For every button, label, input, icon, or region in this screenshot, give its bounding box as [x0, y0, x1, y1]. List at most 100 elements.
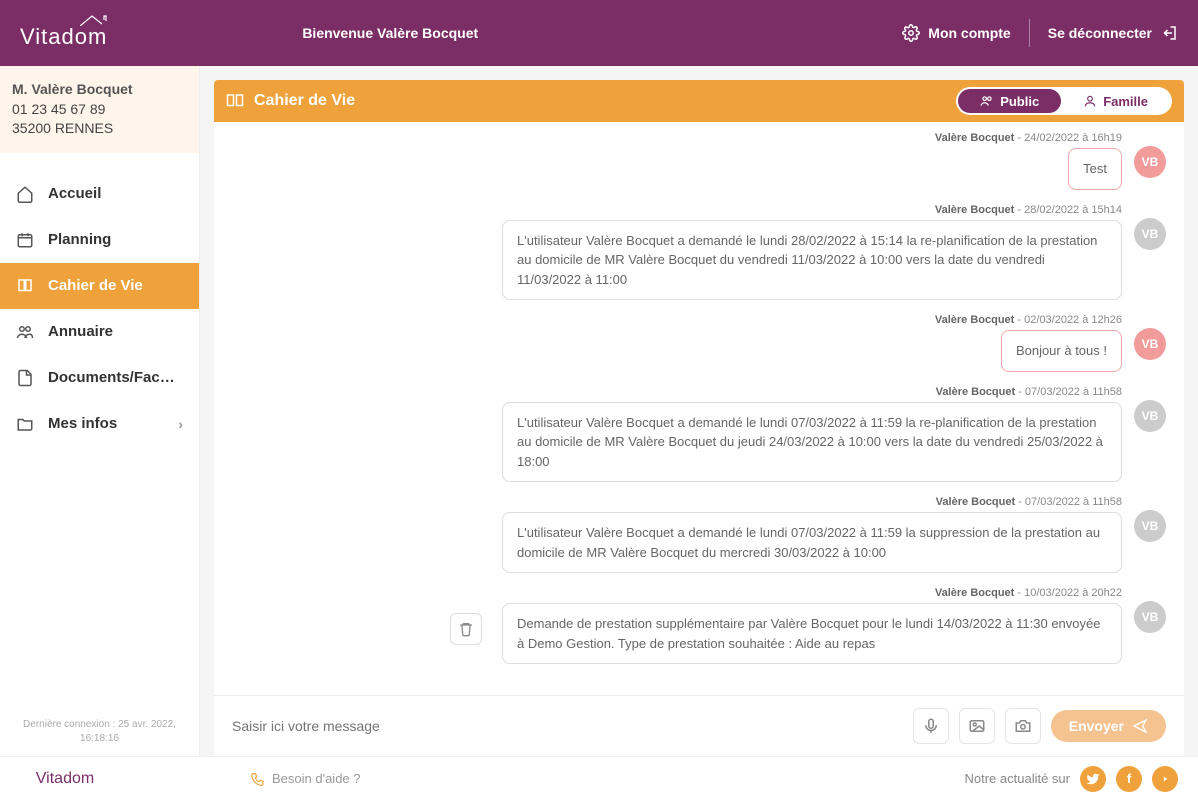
- message-content: Valère Bocquet - 28/02/2022 à 15h14 L'uti…: [502, 204, 1122, 301]
- visibility-toggle: Public Famille: [956, 87, 1172, 115]
- gear-icon: [902, 24, 920, 42]
- nav-documents[interactable]: Documents/Fac…: [0, 355, 199, 401]
- send-button[interactable]: Envoyer: [1051, 710, 1166, 742]
- message-row: Valère Bocquet - 24/02/2022 à 16h19 Test V…: [232, 132, 1166, 190]
- nav: Accueil Planning Cahier de Vie Annuaire …: [0, 153, 199, 708]
- app-header: Vitadom Bienvenue Valère Bocquet Mon com…: [0, 0, 1198, 66]
- message-row: Valère Bocquet - 28/02/2022 à 15h14 L'uti…: [232, 204, 1166, 301]
- welcome-text: Bienvenue Valère Bocquet: [302, 25, 478, 41]
- mic-button[interactable]: [913, 708, 949, 744]
- folder-icon: [16, 415, 34, 433]
- footer-logo: Vitadom: [20, 770, 110, 788]
- twitter-icon[interactable]: [1080, 766, 1106, 792]
- message-meta: Valère Bocquet - 28/02/2022 à 15h14: [935, 204, 1122, 216]
- message-content: Valère Bocquet - 10/03/2022 à 20h22 Deman…: [502, 587, 1122, 664]
- main-panel: Cahier de Vie Public Famille Valère Bocq…: [200, 66, 1198, 756]
- nav-mes-infos[interactable]: Mes infos ›: [0, 401, 199, 447]
- message-meta: Valère Bocquet - 02/03/2022 à 12h26: [935, 314, 1122, 326]
- composer: Envoyer: [214, 695, 1184, 756]
- avatar: VB: [1134, 328, 1166, 360]
- message-bubble: L'utilisateur Valère Bocquet a demandé l…: [502, 402, 1122, 483]
- help-link[interactable]: Besoin d'aide ?: [250, 771, 361, 786]
- avatar: VB: [1134, 400, 1166, 432]
- nav-label: Annuaire: [48, 323, 113, 340]
- book-open-icon: [226, 92, 244, 110]
- calendar-icon: [16, 231, 34, 249]
- nav-label: Mes infos: [48, 415, 117, 432]
- messages-list[interactable]: Valère Bocquet - 24/02/2022 à 16h19 Test V…: [214, 122, 1184, 695]
- last-connection: Dernière connexion : 25 avr. 2022, 16:18…: [0, 708, 199, 756]
- avatar: VB: [1134, 601, 1166, 633]
- profile-card: M. Valère Bocquet 01 23 45 67 89 35200 R…: [0, 66, 199, 153]
- logo: Vitadom: [20, 16, 107, 50]
- person-icon: [1083, 94, 1097, 108]
- chevron-right-icon: ›: [178, 416, 183, 432]
- book-icon: [16, 277, 34, 295]
- panel-title: Cahier de Vie: [254, 92, 355, 110]
- profile-city: 35200 RENNES: [12, 119, 187, 139]
- profile-phone: 01 23 45 67 89: [12, 100, 187, 120]
- avatar: VB: [1134, 218, 1166, 250]
- nav-label: Accueil: [48, 185, 101, 202]
- roof-icon: [80, 14, 110, 26]
- app-body: M. Valère Bocquet 01 23 45 67 89 35200 R…: [0, 66, 1198, 756]
- avatar: VB: [1134, 146, 1166, 178]
- message-meta: Valère Bocquet - 07/03/2022 à 11h58: [936, 496, 1122, 508]
- message-content: Valère Bocquet - 07/03/2022 à 11h58 L'uti…: [502, 386, 1122, 483]
- message-bubble: Bonjour à tous !: [1001, 330, 1122, 372]
- message-bubble: L'utilisateur Valère Bocquet a demandé l…: [502, 220, 1122, 301]
- avatar: VB: [1134, 510, 1166, 542]
- profile-name: M. Valère Bocquet: [12, 80, 187, 100]
- message-row: Valère Bocquet - 10/03/2022 à 20h22 Deman…: [232, 587, 1166, 664]
- header-right: Mon compte Se déconnecter: [902, 19, 1178, 47]
- phone-icon: [250, 772, 264, 786]
- delete-message-button[interactable]: [450, 613, 482, 645]
- logout-label: Se déconnecter: [1048, 25, 1152, 41]
- message-input[interactable]: [232, 718, 903, 734]
- message-row: Valère Bocquet - 07/03/2022 à 11h58 L'uti…: [232, 386, 1166, 483]
- document-icon: [16, 369, 34, 387]
- panel-header: Cahier de Vie Public Famille: [214, 80, 1184, 122]
- people-icon: [980, 94, 994, 108]
- message-actions: [450, 613, 482, 645]
- nav-planning[interactable]: Planning: [0, 217, 199, 263]
- message-meta: Valère Bocquet - 24/02/2022 à 16h19: [935, 132, 1122, 144]
- footer-socials: Notre actualité sur f: [965, 766, 1179, 792]
- camera-button[interactable]: [1005, 708, 1041, 744]
- logout-icon: [1160, 24, 1178, 42]
- image-button[interactable]: [959, 708, 995, 744]
- nav-accueil[interactable]: Accueil: [0, 171, 199, 217]
- message-row: Valère Bocquet - 02/03/2022 à 12h26 Bonjo…: [232, 314, 1166, 372]
- actu-label: Notre actualité sur: [965, 771, 1071, 786]
- send-label: Envoyer: [1069, 718, 1124, 734]
- help-label: Besoin d'aide ?: [272, 771, 361, 786]
- message-bubble: Test: [1068, 148, 1122, 190]
- home-icon: [16, 185, 34, 203]
- footer: Vitadom Besoin d'aide ? Notre actualité …: [0, 756, 1198, 800]
- my-account-link[interactable]: Mon compte: [902, 24, 1010, 42]
- toggle-label: Famille: [1103, 94, 1148, 109]
- message-meta: Valère Bocquet - 07/03/2022 à 11h58: [936, 386, 1122, 398]
- message-row: Valère Bocquet - 07/03/2022 à 11h58 L'uti…: [232, 496, 1166, 573]
- nav-label: Cahier de Vie: [48, 277, 143, 294]
- facebook-icon[interactable]: f: [1116, 766, 1142, 792]
- nav-annuaire[interactable]: Annuaire: [0, 309, 199, 355]
- nav-cahier-de-vie[interactable]: Cahier de Vie: [0, 263, 199, 309]
- sidebar: M. Valère Bocquet 01 23 45 67 89 35200 R…: [0, 66, 200, 756]
- message-content: Valère Bocquet - 07/03/2022 à 11h58 L'uti…: [502, 496, 1122, 573]
- logout-link[interactable]: Se déconnecter: [1048, 24, 1178, 42]
- message-meta: Valère Bocquet - 10/03/2022 à 20h22: [935, 587, 1122, 599]
- nav-label: Planning: [48, 231, 111, 248]
- message-content: Valère Bocquet - 02/03/2022 à 12h26 Bonjo…: [935, 314, 1122, 372]
- message-bubble: L'utilisateur Valère Bocquet a demandé l…: [502, 512, 1122, 573]
- people-icon: [16, 323, 34, 341]
- footer-logo-text: Vitadom: [20, 770, 110, 788]
- toggle-famille[interactable]: Famille: [1061, 89, 1170, 113]
- toggle-label: Public: [1000, 94, 1039, 109]
- nav-label: Documents/Fac…: [48, 369, 175, 386]
- logo-text: Vitadom: [20, 24, 107, 49]
- header-separator: [1029, 19, 1030, 47]
- message-bubble: Demande de prestation supplémentaire par…: [502, 603, 1122, 664]
- toggle-public[interactable]: Public: [958, 89, 1061, 113]
- youtube-icon[interactable]: [1152, 766, 1178, 792]
